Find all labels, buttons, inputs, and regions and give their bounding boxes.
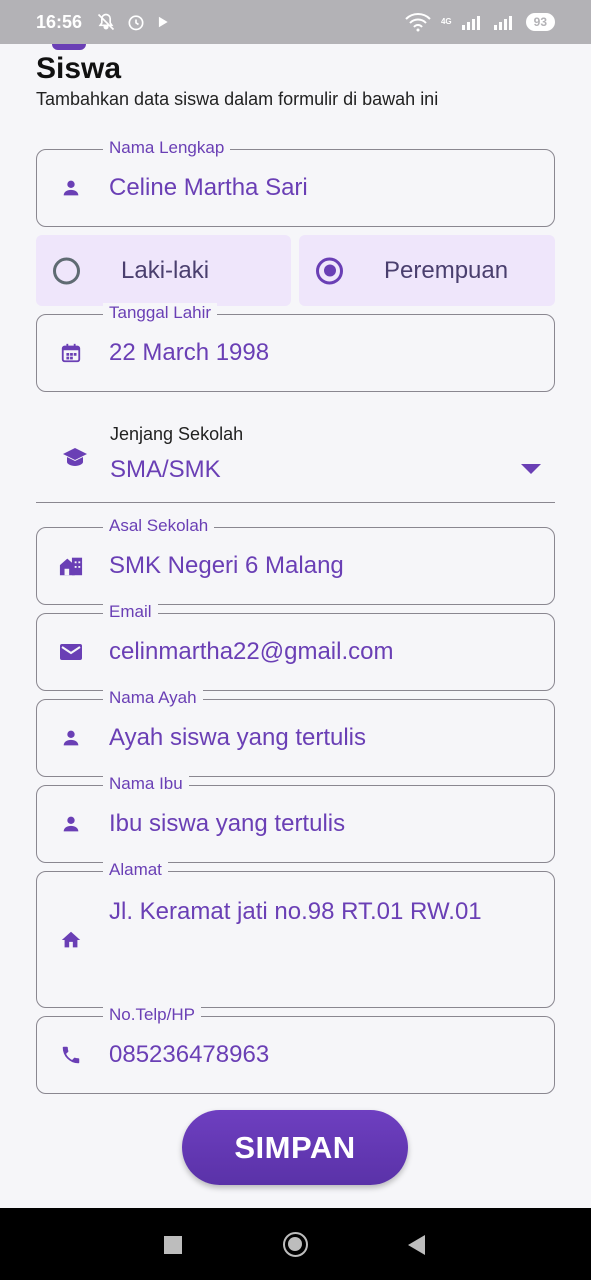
page-title: Siswa [36,52,122,85]
nama-lengkap-label: Nama Lengkap [103,138,231,158]
radio-laki-laki[interactable]: Laki-laki [36,235,291,306]
status-bar: 16:56 4G 93 [0,0,591,44]
alarm-icon [128,15,144,31]
radio-button-checked-icon [316,257,343,284]
person-icon [59,812,83,836]
nama-ibu-label: Nama Ibu [103,774,189,794]
person-icon [59,176,83,200]
home-icon [59,928,83,952]
asal-sekolah-field[interactable]: Asal Sekolah SMK Negeri 6 Malang [36,516,555,605]
email-label: Email [103,602,158,622]
save-button[interactable]: SIMPAN [182,1110,408,1185]
tanggal-lahir-field[interactable]: Tanggal Lahir 22 March 1998 [36,303,555,392]
play-store-icon [158,16,168,28]
tanggal-lahir-label: Tanggal Lahir [103,303,218,323]
alamat-label: Alamat [103,860,168,880]
nama-ibu-value: Ibu siswa yang tertulis [109,810,346,837]
nama-lengkap-field[interactable]: Nama Lengkap Celine Martha Sari [36,138,555,227]
page-subtitle: Tambahkan data siswa dalam formulir di b… [36,89,439,109]
no-telp-value: 085236478963 [109,1041,270,1068]
nama-ibu-field[interactable]: Nama Ibu Ibu siswa yang tertulis [36,774,555,863]
nama-lengkap-value: Celine Martha Sari [109,174,308,201]
person-icon [59,726,83,750]
no-telp-label: No.Telp/HP [103,1005,201,1025]
jenjang-sekolah-value: SMA/SMK [110,456,221,483]
phone-icon [59,1043,83,1067]
avatar [52,44,86,50]
nama-ayah-field[interactable]: Nama Ayah Ayah siswa yang tertulis [36,688,555,777]
building-icon [59,554,83,578]
alamat-field[interactable]: Alamat Jl. Keramat jati no.98 RT.01 RW.0… [36,860,555,1008]
recent-apps-icon[interactable] [164,1236,182,1254]
email-icon [59,640,83,664]
alamat-value: Jl. Keramat jati no.98 RT.01 RW.01 [109,898,482,925]
asal-sekolah-label: Asal Sekolah [103,516,215,536]
asal-sekolah-value: SMK Negeri 6 Malang [109,552,344,579]
battery-icon: 93 [525,13,555,31]
radio-perempuan-label: Perempuan [384,256,509,284]
school-icon [62,446,88,473]
signal-icon-2 [493,16,512,30]
status-time: 16:56 [36,11,83,32]
tanggal-lahir-value: 22 March 1998 [109,339,270,366]
chevron-down-icon[interactable] [521,464,541,474]
back-icon[interactable] [408,1235,425,1255]
calendar-icon [59,341,83,365]
mute-bell-icon [97,13,115,31]
nama-ayah-label: Nama Ayah [103,688,203,708]
email-value: celinmartha22@gmail.com [109,638,394,665]
radio-perempuan[interactable]: Perempuan [299,235,555,306]
email-field[interactable]: Email celinmartha22@gmail.com [36,602,555,691]
network-type: 4G [440,17,452,26]
jenjang-sekolah-dropdown[interactable]: Jenjang Sekolah SMA/SMK [36,410,555,503]
nama-ayah-value: Ayah siswa yang tertulis [109,724,367,751]
no-telp-field[interactable]: No.Telp/HP 085236478963 [36,1005,555,1094]
home-button-icon[interactable] [283,1232,308,1257]
signal-icon [461,16,480,30]
radio-laki-laki-label: Laki-laki [121,256,210,284]
wifi-icon [405,13,431,32]
radio-button-unchecked-icon [53,257,80,284]
jenjang-sekolah-label: Jenjang Sekolah [110,424,244,444]
